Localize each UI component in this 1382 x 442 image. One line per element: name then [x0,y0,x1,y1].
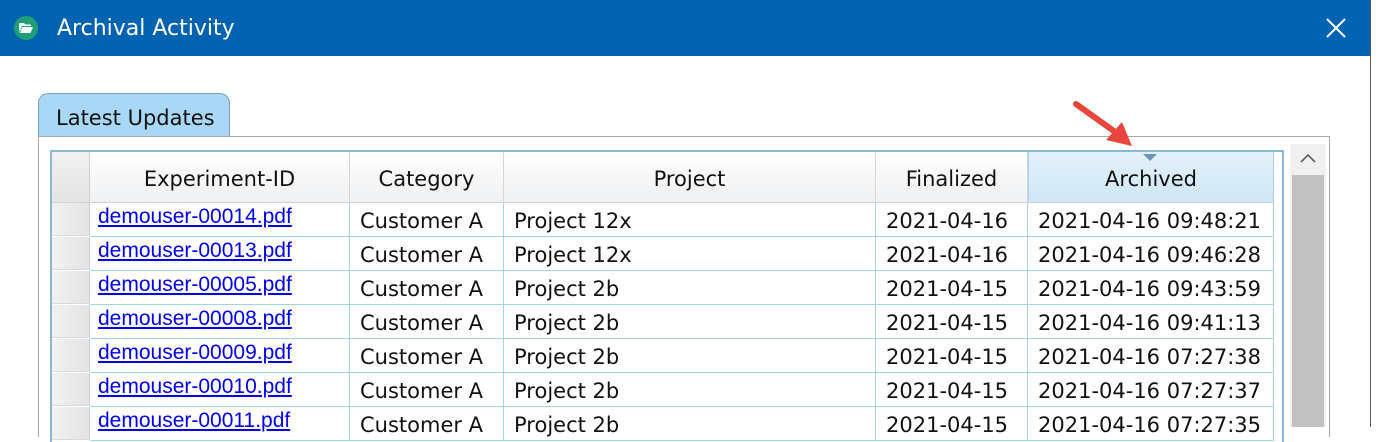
column-header-project[interactable]: Project [504,152,876,203]
column-header-archived[interactable]: Archived [1028,152,1274,203]
file-link[interactable]: demouser-00014.pdf [98,204,292,230]
table-cell: demouser-00009.pdf [90,339,350,373]
row-header[interactable] [52,339,90,372]
cell-text: Customer A [360,345,484,369]
table-cell: Customer A [350,373,504,407]
row-header[interactable] [52,271,90,304]
table-cell: Project 12x [504,203,876,237]
scroll-thumb[interactable] [1292,175,1324,427]
table-cell: 2021-04-16 07:27:37 [1028,373,1274,407]
table-cell: Project 2b [504,373,876,407]
cell-text: Project 12x [514,243,632,267]
table-cell: 2021-04-16 [876,237,1028,271]
row-header[interactable] [52,237,90,270]
cell-text: Project 2b [514,277,620,301]
row-header[interactable] [52,203,90,236]
cell-text: Project 2b [514,413,620,437]
table-cell: 2021-04-16 09:43:59 [1028,271,1274,305]
tab-latest-updates[interactable]: Latest Updates [38,93,230,136]
table-cell: demouser-00013.pdf [90,237,350,271]
table-cell: 2021-04-16 [876,203,1028,237]
table-cell: 2021-04-15 [876,373,1028,407]
table-cell: 2021-04-15 [876,407,1028,441]
column-header-category[interactable]: Category [350,152,504,203]
table-cell: 2021-04-15 [876,305,1028,339]
cell-text: 2021-04-16 07:27:37 [1038,379,1262,403]
cell-text: 2021-04-15 [886,277,1009,301]
cell-text: 2021-04-15 [886,311,1009,335]
file-link[interactable]: demouser-00009.pdf [98,340,292,366]
table-cell: Customer A [350,271,504,305]
cell-text: 2021-04-16 09:43:59 [1038,277,1262,301]
table-cell: 2021-04-15 [876,339,1028,373]
scroll-up-button[interactable] [1290,144,1326,174]
table-cell: demouser-00010.pdf [90,373,350,407]
file-link[interactable]: demouser-00011.pdf [98,408,290,434]
table-cell: Project 2b [504,407,876,441]
cell-text: 2021-04-16 [886,209,1009,233]
table-cell: Customer A [350,237,504,271]
cell-text: Project 2b [514,379,620,403]
file-link[interactable]: demouser-00013.pdf [98,238,292,264]
table-cell: Customer A [350,305,504,339]
cell-text: Customer A [360,277,484,301]
file-link[interactable]: demouser-00008.pdf [98,306,292,332]
table-cell: 2021-04-16 09:46:28 [1028,237,1274,271]
cell-text: Customer A [360,243,484,267]
close-icon [1326,18,1346,38]
cell-text: 2021-04-16 [886,243,1009,267]
table-cell: 2021-04-16 07:27:38 [1028,339,1274,373]
table-cell: demouser-00005.pdf [90,271,350,305]
chevron-up-icon [1300,153,1316,163]
cell-text: 2021-04-16 09:46:28 [1038,243,1262,267]
cell-text: Project 2b [514,345,620,369]
table-cell: demouser-00014.pdf [90,203,350,237]
cell-text: Customer A [360,311,484,335]
window-title: Archival Activity [57,16,235,41]
table-cell: Project 2b [504,271,876,305]
vertical-scrollbar[interactable] [1290,144,1326,427]
background-strip [1371,0,1382,427]
red-pointer-arrow-icon [1073,101,1132,146]
cell-text: 2021-04-15 [886,413,1009,437]
close-button[interactable] [1316,8,1356,48]
table-cell: 2021-04-16 09:41:13 [1028,305,1274,339]
file-link[interactable]: demouser-00010.pdf [98,374,292,400]
tab-label: Latest Updates [56,106,215,130]
cell-text: Customer A [360,413,484,437]
table-cell: Customer A [350,407,504,441]
table-cell: 2021-04-15 [876,271,1028,305]
cell-text: 2021-04-15 [886,379,1009,403]
cell-text: 2021-04-16 09:41:13 [1038,311,1262,335]
row-header[interactable] [52,305,90,338]
table-cell: Project 2b [504,339,876,373]
column-header-finalized[interactable]: Finalized [876,152,1028,203]
folder-open-icon [14,16,38,40]
cell-text: Customer A [360,379,484,403]
row-header[interactable] [52,373,90,406]
table-cell: 2021-04-16 09:48:21 [1028,203,1274,237]
table-cell: Customer A [350,203,504,237]
header-row: Experiment-ID Category Project Finalized… [52,152,1280,204]
title-bar: Archival Activity [0,0,1370,56]
table-cell: demouser-00008.pdf [90,305,350,339]
cell-text: 2021-04-16 07:27:35 [1038,413,1262,437]
cell-text: 2021-04-16 09:48:21 [1038,209,1262,233]
cell-text: Customer A [360,209,484,233]
column-header-experiment-id[interactable]: Experiment-ID [90,152,350,203]
row-header[interactable] [52,407,90,440]
cell-text: 2021-04-15 [886,345,1009,369]
data-grid: Experiment-ID Category Project Finalized… [50,150,1284,442]
select-all-corner[interactable] [52,152,90,203]
table-cell: Project 12x [504,237,876,271]
table-cell: 2021-04-16 07:27:35 [1028,407,1274,441]
table-cell: Customer A [350,339,504,373]
file-link[interactable]: demouser-00005.pdf [98,272,292,298]
table-cell: demouser-00011.pdf [90,407,350,441]
table-cell: Project 2b [504,305,876,339]
cell-text: Project 2b [514,311,620,335]
cell-text: 2021-04-16 07:27:38 [1038,345,1262,369]
cell-text: Project 12x [514,209,632,233]
